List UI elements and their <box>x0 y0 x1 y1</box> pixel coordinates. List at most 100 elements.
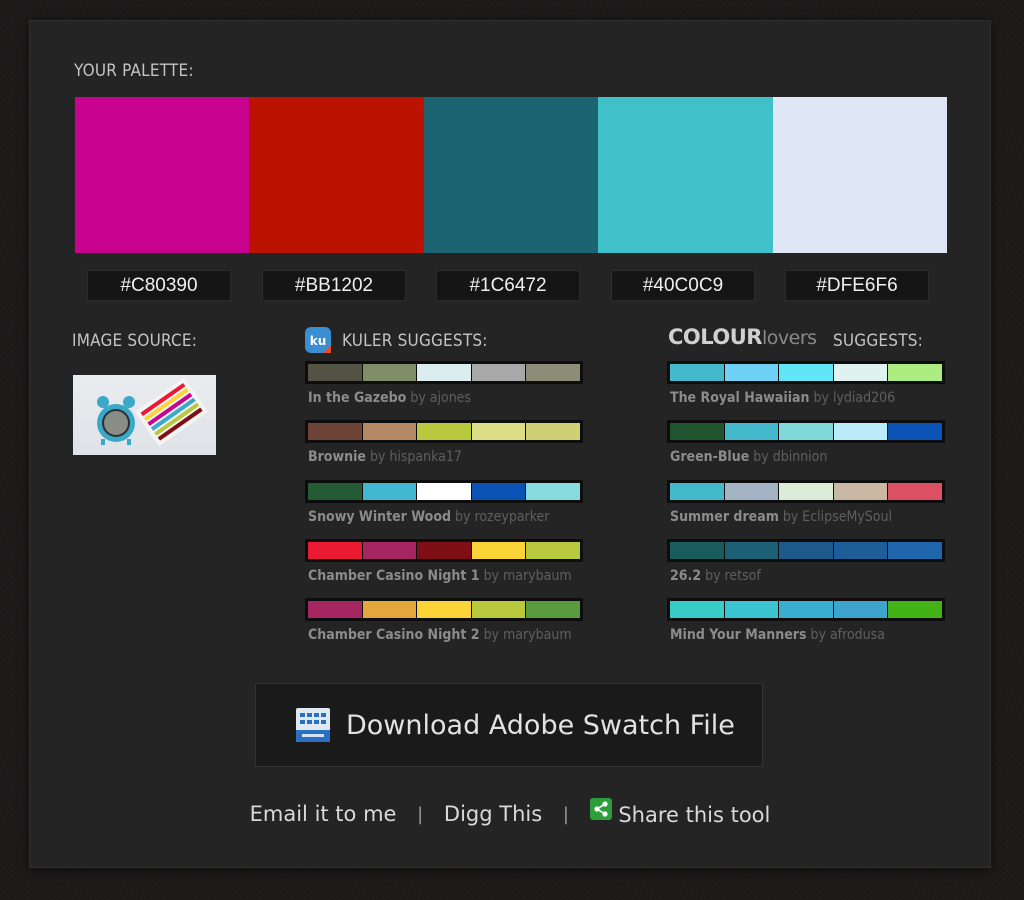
swatch-file-icon <box>296 708 330 742</box>
author-link[interactable]: by rozeyparker <box>455 509 549 525</box>
color-chip <box>471 364 526 381</box>
kuler-color-strip[interactable] <box>305 538 583 562</box>
hex-code-3[interactable]: #1C6472 <box>436 270 580 301</box>
color-chip <box>670 482 724 500</box>
colourlovers-color-strip[interactable] <box>667 361 945 384</box>
color-chip <box>724 601 779 619</box>
email-link[interactable]: Email it to me <box>250 802 397 826</box>
color-chip <box>670 423 724 441</box>
share-link-label: Share this tool <box>618 802 771 827</box>
kuler-suggestion[interactable]: Chamber Casino Night 2 by marybaum <box>305 598 585 656</box>
author-link[interactable]: by marybaum <box>484 568 572 584</box>
kuler-color-strip[interactable] <box>305 420 583 444</box>
colourlovers-suggestion[interactable]: 26.2 by retsof <box>667 538 947 597</box>
author-link[interactable]: by ajones <box>410 390 471 406</box>
kuler-suggestions: ku KULER SUGGESTS: In the Gazebo by ajon… <box>305 325 585 643</box>
color-chip <box>724 482 779 500</box>
footer-separator: | <box>417 803 424 825</box>
colourlovers-color-strip[interactable] <box>667 420 945 444</box>
palette-name-link[interactable]: Green-Blue <box>670 449 749 465</box>
color-chip <box>471 601 526 619</box>
kuler-suggestion-text: Chamber Casino Night 1 by marybaum <box>308 568 572 584</box>
palette-name-link[interactable]: Snowy Winter Wood <box>308 509 451 525</box>
colourlovers-suggestion-text: 26.2 by retsof <box>670 568 761 584</box>
color-chip <box>833 423 888 441</box>
palette-name-link[interactable]: Brownie <box>308 449 366 465</box>
color-chip <box>833 482 888 500</box>
colourlovers-suggestion-text: Green-Blue by dbinnion <box>670 449 827 465</box>
hex-code-5[interactable]: #DFE6F6 <box>785 270 929 301</box>
kuler-color-strip[interactable] <box>305 361 583 384</box>
hex-code-4[interactable]: #40C0C9 <box>611 270 755 301</box>
color-chip <box>526 601 580 619</box>
hex-code-2[interactable]: #BB1202 <box>262 270 406 301</box>
colourlovers-logo: COLOURlovers <box>668 325 817 349</box>
author-link[interactable]: by marybaum <box>484 627 572 643</box>
color-chip <box>308 423 362 441</box>
download-swatch-button[interactable]: Download Adobe Swatch File <box>255 683 763 767</box>
palette-swatch-4 <box>598 97 773 253</box>
color-chip <box>308 601 362 619</box>
kuler-suggestion-text: In the Gazebo by ajones <box>308 390 471 406</box>
palette-panel: YOUR PALETTE: #C80390 #BB1202 #1C6472 #4… <box>29 20 991 868</box>
footer-links: Email it to me | Digg This | Share this … <box>30 797 990 827</box>
palette-name-link[interactable]: Chamber Casino Night 1 <box>308 568 480 584</box>
kuler-color-strip[interactable] <box>305 598 583 622</box>
color-chip <box>833 601 888 619</box>
palette-swatch-3 <box>423 97 599 253</box>
colourlovers-suggestion[interactable]: Summer dream by EclipseMySoul <box>667 479 947 538</box>
color-chip <box>888 601 942 619</box>
color-chip <box>471 541 526 559</box>
color-chip <box>670 541 724 559</box>
source-image <box>97 377 209 447</box>
colourlovers-suggestion[interactable]: Mind Your Manners by afrodusa <box>667 598 947 656</box>
color-chip <box>362 423 417 441</box>
color-chip <box>417 364 471 381</box>
colourlovers-suggestion[interactable]: Green-Blue by dbinnion <box>667 420 947 478</box>
author-link[interactable]: by afrodusa <box>811 627 885 643</box>
kuler-suggestion[interactable]: Brownie by hispanka17 <box>305 420 585 478</box>
author-link[interactable]: by EclipseMySoul <box>783 509 892 525</box>
colourlovers-suggestions: COLOURlovers SUGGESTS: The Royal Hawaiia… <box>667 325 947 643</box>
hex-code-1[interactable]: #C80390 <box>87 270 231 301</box>
author-link[interactable]: by hispanka17 <box>370 449 462 465</box>
kuler-color-strip[interactable] <box>305 479 583 503</box>
palette-name-link[interactable]: The Royal Hawaiian <box>670 390 810 406</box>
kuler-suggestion[interactable]: In the Gazebo by ajones <box>305 361 585 419</box>
colourlovers-color-strip[interactable] <box>667 479 945 503</box>
svg-text:ku: ku <box>310 334 327 348</box>
color-chip <box>779 364 833 381</box>
share-link[interactable]: Share this tool <box>589 797 771 827</box>
author-link[interactable]: by dbinnion <box>753 449 827 465</box>
author-link[interactable]: by retsof <box>705 568 761 584</box>
colourlovers-color-strip[interactable] <box>667 598 945 622</box>
palette-name-link[interactable]: In the Gazebo <box>308 390 406 406</box>
color-chip <box>526 423 580 441</box>
color-chip <box>417 482 471 500</box>
palette-name-link[interactable]: Chamber Casino Night 2 <box>308 627 480 643</box>
color-chip <box>724 364 779 381</box>
color-chip <box>362 482 417 500</box>
author-link[interactable]: by lydiad206 <box>814 390 896 406</box>
color-chip <box>417 541 471 559</box>
digg-link[interactable]: Digg This <box>444 802 542 826</box>
color-chip <box>888 364 942 381</box>
color-chip <box>833 541 888 559</box>
color-chip <box>526 482 580 500</box>
source-image-thumbnail[interactable] <box>73 375 216 455</box>
palette-name-link[interactable]: 26.2 <box>670 568 701 584</box>
color-chip <box>362 541 417 559</box>
colourlovers-suggests-label: SUGGESTS: <box>833 331 923 351</box>
kuler-suggestion[interactable]: Chamber Casino Night 1 by marybaum <box>305 538 585 597</box>
colourlovers-suggestion[interactable]: The Royal Hawaiian by lydiad206 <box>667 361 947 419</box>
palette-name-link[interactable]: Summer dream <box>670 509 779 525</box>
color-chip <box>362 364 417 381</box>
colourlovers-suggestion-text: The Royal Hawaiian by lydiad206 <box>670 390 895 406</box>
palette-swatches <box>75 97 948 253</box>
kuler-suggestion[interactable]: Snowy Winter Wood by rozeyparker <box>305 479 585 538</box>
palette-name-link[interactable]: Mind Your Manners <box>670 627 807 643</box>
colourlovers-color-strip[interactable] <box>667 538 945 562</box>
palette-swatch-1 <box>75 97 250 253</box>
kuler-suggestion-text: Brownie by hispanka17 <box>308 449 462 465</box>
color-chip <box>526 541 580 559</box>
